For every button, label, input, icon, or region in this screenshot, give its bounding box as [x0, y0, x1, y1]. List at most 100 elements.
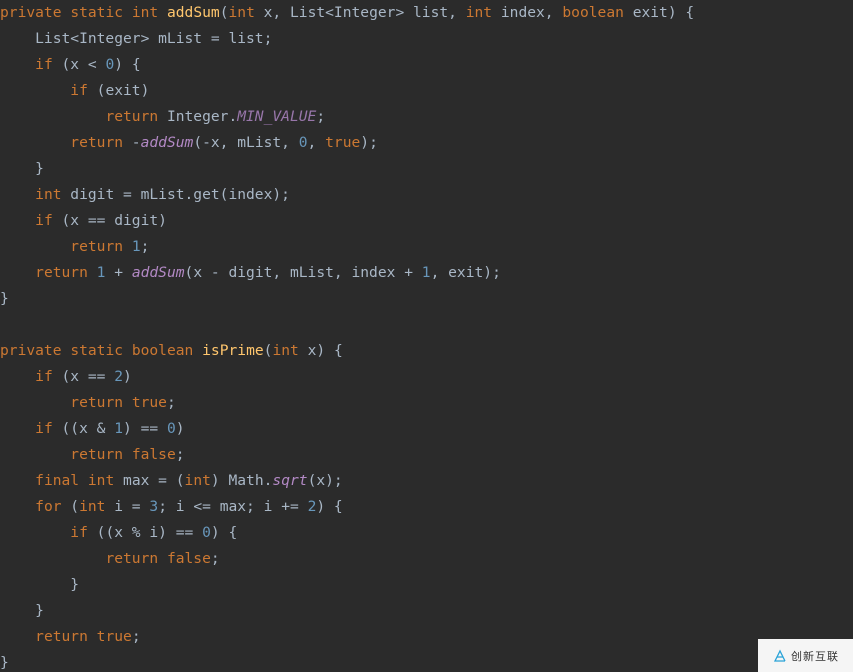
code-token: return — [70, 394, 123, 411]
code-token: return — [35, 264, 88, 281]
code-line[interactable]: private static int addSum(int x, List<In… — [0, 4, 694, 21]
code-line[interactable]: return 1 + addSum(x - digit, mList, inde… — [0, 264, 501, 281]
code-token: if — [70, 82, 88, 99]
code-token — [0, 420, 35, 437]
code-token: 2 — [114, 368, 123, 385]
code-token: 3 — [149, 498, 158, 515]
code-token: 0 — [202, 524, 211, 541]
code-line[interactable]: if (x < 0) { — [0, 56, 141, 73]
code-token: if — [35, 212, 53, 229]
code-token — [123, 394, 132, 411]
code-token: x) { — [299, 342, 343, 359]
code-token: ) { — [114, 56, 140, 73]
code-token: ) { — [316, 498, 342, 515]
code-token: + — [105, 264, 131, 281]
code-line[interactable]: List<Integer> mList = list; — [0, 30, 272, 47]
code-token: int — [229, 4, 255, 21]
code-token — [79, 472, 88, 489]
code-token: true — [325, 134, 360, 151]
code-token: MIN_VALUE — [237, 108, 316, 125]
code-line[interactable]: if ((x % i) == 0) { — [0, 524, 237, 541]
code-line[interactable]: final int max = (int) Math.sqrt(x); — [0, 472, 343, 489]
code-line[interactable]: } — [0, 290, 9, 307]
code-token: max = ( — [114, 472, 184, 489]
code-token: for — [35, 498, 61, 515]
code-token — [123, 446, 132, 463]
code-token: int — [272, 342, 298, 359]
code-line[interactable]: return -addSum(-x, mList, 0, true); — [0, 134, 378, 151]
code-token: int — [79, 498, 105, 515]
code-line[interactable]: return true; — [0, 628, 141, 645]
code-line[interactable]: } — [0, 602, 44, 619]
code-line[interactable]: if (x == 2) — [0, 368, 132, 385]
code-token: true — [132, 394, 167, 411]
code-line[interactable]: } — [0, 160, 44, 177]
code-line[interactable]: private static boolean isPrime(int x) { — [0, 342, 343, 359]
code-token — [123, 238, 132, 255]
code-line[interactable]: if (exit) — [0, 82, 149, 99]
code-token: if — [35, 420, 53, 437]
code-token: addSum — [132, 264, 185, 281]
code-token: ; — [141, 238, 150, 255]
code-line[interactable]: for (int i = 3; i <= max; i += 2) { — [0, 498, 343, 515]
code-token: (exit) — [88, 82, 150, 99]
code-token — [123, 4, 132, 21]
watermark-text: 创新互联 — [791, 648, 839, 664]
code-token: static — [70, 342, 123, 359]
watermark-icon — [772, 648, 788, 664]
code-token: exit) { — [624, 4, 694, 21]
code-line[interactable]: return false; — [0, 446, 185, 463]
code-line[interactable]: if (x == digit) — [0, 212, 167, 229]
code-token: return — [35, 628, 88, 645]
code-token: i = — [105, 498, 149, 515]
code-token: } — [0, 160, 44, 177]
code-line[interactable]: return 1; — [0, 238, 149, 255]
code-token: return — [105, 550, 158, 567]
code-token: boolean — [132, 342, 194, 359]
code-token: , — [308, 134, 326, 151]
code-token: private — [0, 4, 62, 21]
code-token: ) — [123, 368, 132, 385]
code-token — [88, 264, 97, 281]
code-line[interactable]: if ((x & 1) == 0) — [0, 420, 185, 437]
code-token: return — [70, 134, 123, 151]
code-token: x, List<Integer> list, — [255, 4, 466, 21]
code-token — [0, 82, 70, 99]
code-token: boolean — [562, 4, 624, 21]
code-token: ) { — [211, 524, 237, 541]
code-token: ((x & — [53, 420, 115, 437]
code-token — [62, 4, 71, 21]
code-token: ) Math. — [211, 472, 273, 489]
code-token: (x < — [53, 56, 106, 73]
code-token — [158, 550, 167, 567]
code-token — [0, 524, 70, 541]
code-token: if — [35, 368, 53, 385]
code-token: 1 — [422, 264, 431, 281]
code-token: ; — [316, 108, 325, 125]
code-line[interactable]: } — [0, 654, 9, 671]
code-token: int — [466, 4, 492, 21]
code-token: 0 — [105, 56, 114, 73]
code-token: if — [35, 56, 53, 73]
code-line[interactable]: return true; — [0, 394, 176, 411]
code-token — [88, 628, 97, 645]
code-token: 1 — [132, 238, 141, 255]
code-token: int — [132, 4, 158, 21]
code-token: ( — [220, 4, 229, 21]
code-token — [0, 134, 70, 151]
code-token: int — [185, 472, 211, 489]
code-line[interactable]: return false; — [0, 550, 220, 567]
code-token — [0, 264, 35, 281]
code-token: true — [97, 628, 132, 645]
code-token: ; — [176, 446, 185, 463]
code-token: int — [35, 186, 61, 203]
code-token: ; — [132, 628, 141, 645]
code-line[interactable]: } — [0, 576, 79, 593]
code-token: 1 — [114, 420, 123, 437]
code-token: isPrime — [202, 342, 264, 359]
code-token — [0, 56, 35, 73]
code-editor[interactable]: private static int addSum(int x, List<In… — [0, 0, 853, 672]
code-line[interactable]: return Integer.MIN_VALUE; — [0, 108, 325, 125]
code-line[interactable]: int digit = mList.get(index); — [0, 186, 290, 203]
code-token: ) == — [123, 420, 167, 437]
